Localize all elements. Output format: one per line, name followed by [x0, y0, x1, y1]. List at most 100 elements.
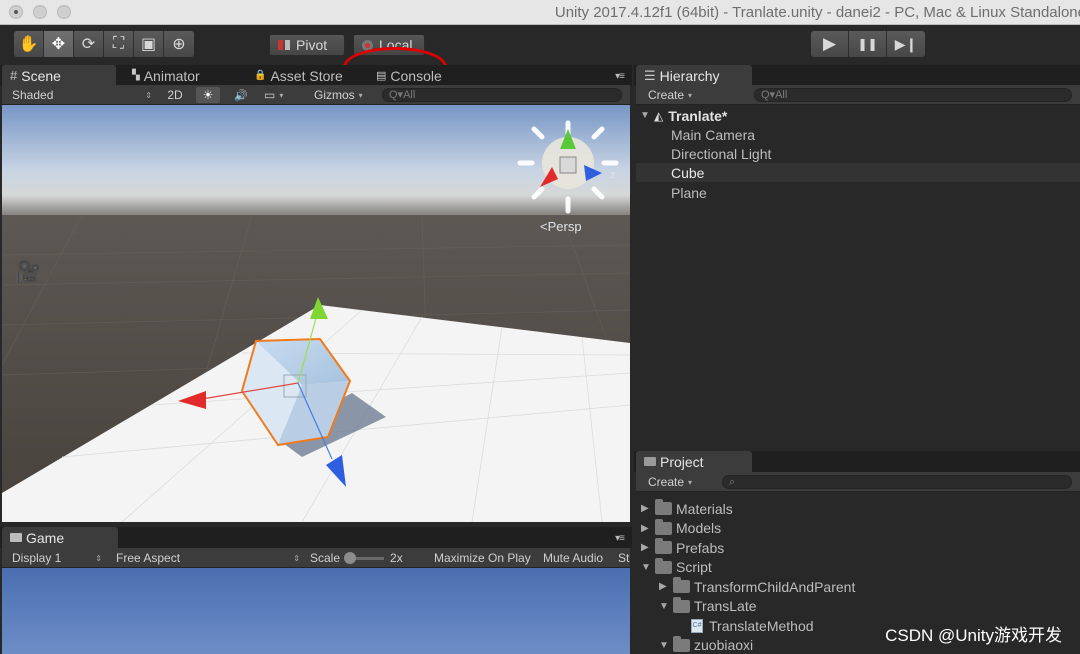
- lighting-toggle-button[interactable]: ☀: [196, 87, 220, 103]
- play-button[interactable]: ▶: [811, 31, 849, 57]
- folder-icon: [655, 499, 672, 515]
- chevron-down-icon: ▾: [358, 90, 363, 100]
- sky: [2, 105, 630, 225]
- scene-camera-icon[interactable]: 🎥: [14, 259, 41, 285]
- project-item-translate[interactable]: ▼ TransLate: [636, 596, 1080, 616]
- scale-slider-thumb[interactable]: [344, 551, 357, 564]
- tab-console[interactable]: ▤ Console: [368, 65, 488, 86]
- scene-icon: #: [10, 68, 18, 83]
- scale-tool-button[interactable]: ⛶: [104, 31, 134, 57]
- hierarchy-search-input[interactable]: Q▾All: [754, 88, 1072, 102]
- scene-canvas: z: [2, 105, 630, 522]
- chevron-right-icon[interactable]: ▶: [659, 581, 673, 592]
- asset-store-icon: 🔒: [254, 70, 267, 81]
- tab-scene[interactable]: # Scene: [2, 65, 116, 86]
- svg-text:z: z: [610, 170, 615, 181]
- hand-tool-button[interactable]: ✋: [14, 31, 44, 57]
- main-toolbar: ✋ ✥ ⟳ ⛶ ▣ ⊕ Pivot Local ▶ ❚❚ ▶❙: [0, 25, 1080, 87]
- step-button[interactable]: ▶❙: [887, 31, 925, 57]
- hierarchy-item-cube[interactable]: Cube: [636, 163, 1080, 182]
- audio-toggle-button[interactable]: 🔊: [230, 87, 252, 103]
- tab-scene-label: Scene: [21, 67, 61, 84]
- project-item-label: TransformChildAndParent: [694, 578, 856, 595]
- transform-tool-button[interactable]: ⊕: [164, 31, 194, 57]
- rotate-tool-button[interactable]: ⟳: [74, 31, 104, 57]
- project-item-models[interactable]: ▶ Models: [636, 518, 1080, 538]
- scale-slider[interactable]: Scale 2x: [310, 550, 406, 566]
- minimize-window-button[interactable]: [33, 5, 47, 19]
- tab-hierarchy[interactable]: ☰ Hierarchy: [636, 65, 752, 86]
- project-item-label: TransLate: [694, 598, 757, 614]
- persp-label: Persp: [547, 219, 582, 234]
- effects-dropdown[interactable]: ▭ ▾: [264, 87, 300, 103]
- aspect-dropdown[interactable]: Free Aspect ⇕: [116, 550, 300, 566]
- hierarchy-item-label: Cube: [671, 164, 705, 181]
- hierarchy-create-label: Create: [648, 88, 685, 102]
- toggle-2d-button[interactable]: 2D: [162, 87, 188, 103]
- scene-panel-menu-icon[interactable]: ▾≡: [615, 71, 625, 82]
- title-bar: Unity 2017.4.12f1 (64bit) - Tranlate.uni…: [0, 0, 1080, 25]
- zoom-window-button[interactable]: [57, 5, 71, 19]
- project-search-input[interactable]: ⌕: [722, 475, 1072, 489]
- hierarchy-create-dropdown[interactable]: Create ▾: [648, 87, 708, 103]
- project-item-prefabs[interactable]: ▶ Prefabs: [636, 538, 1080, 557]
- stats-toggle[interactable]: St: [618, 550, 629, 566]
- window-title: Unity 2017.4.12f1 (64bit) - Tranlate.uni…: [554, 4, 1080, 21]
- hierarchy-item-plane[interactable]: Plane: [636, 183, 1080, 202]
- chevron-down-icon[interactable]: ▼: [659, 640, 673, 651]
- scale-label: Scale: [310, 551, 341, 565]
- tab-game-label: Game: [26, 529, 65, 546]
- project-create-dropdown[interactable]: Create ▾: [648, 474, 708, 490]
- tab-project[interactable]: Project: [636, 451, 752, 472]
- scene-search-input[interactable]: Q▾All: [382, 88, 622, 102]
- project-item-materials[interactable]: ▶ Materials: [636, 499, 1080, 518]
- display-label: Display 1: [12, 551, 62, 565]
- hierarchy-toolbar: Create ▾ Q▾All: [636, 85, 1080, 105]
- scene-root-row[interactable]: ▼ ◭ Tranlate*: [640, 106, 1080, 125]
- pivot-icon: [278, 40, 290, 50]
- chevron-down-icon[interactable]: ▼: [641, 562, 655, 573]
- hierarchy-item-label: Main Camera: [671, 126, 756, 143]
- game-panel-menu-icon[interactable]: ▾≡: [615, 533, 625, 544]
- pause-icon: ❚❚: [857, 37, 878, 51]
- toggle-2d-label: 2D: [167, 88, 183, 102]
- mute-audio-toggle[interactable]: Mute Audio: [543, 550, 603, 566]
- hierarchy-item-directional-light[interactable]: Directional Light: [636, 144, 1080, 163]
- tab-animator[interactable]: ▚ Animator: [124, 65, 244, 86]
- transform-tool-icon: ⊕: [172, 36, 186, 53]
- tab-game[interactable]: Game: [2, 527, 118, 548]
- scale-slider-track[interactable]: [344, 551, 385, 564]
- scene-viewport[interactable]: z <Persp 🎥: [2, 105, 630, 522]
- gizmos-dropdown[interactable]: Gizmos ▾: [314, 87, 376, 103]
- project-item-label: zuobiaoxi: [694, 637, 754, 653]
- chevron-down-icon: ⇕: [95, 553, 102, 563]
- game-viewport[interactable]: [2, 568, 630, 654]
- project-item-transformchildandparent[interactable]: ▶ TransformChildAndParent: [636, 577, 1080, 596]
- chevron-down-icon: ⇕: [293, 553, 300, 563]
- sun-icon: ☀: [202, 88, 214, 102]
- hierarchy-item-label: Directional Light: [671, 145, 772, 162]
- chevron-down-icon: ▾: [688, 90, 693, 100]
- hand-tool-icon: ✋: [18, 36, 39, 53]
- shading-mode-dropdown[interactable]: Shaded ⇕: [12, 87, 152, 103]
- close-window-button[interactable]: [9, 5, 23, 19]
- chevron-right-icon[interactable]: ▶: [641, 542, 655, 553]
- folder-icon: [655, 557, 672, 574]
- maximize-on-play-toggle[interactable]: Maximize On Play: [434, 550, 531, 566]
- hierarchy-item-main-camera[interactable]: Main Camera: [636, 125, 1080, 144]
- chevron-right-icon[interactable]: ▶: [641, 523, 655, 534]
- tab-asset-store[interactable]: 🔒 Asset Store: [246, 65, 368, 86]
- chevron-down-icon[interactable]: ▼: [640, 110, 654, 121]
- projection-label[interactable]: <Persp: [540, 219, 582, 234]
- rect-tool-button[interactable]: ▣: [134, 31, 164, 57]
- project-item-label: Materials: [676, 500, 733, 517]
- project-item-script[interactable]: ▼ Script: [636, 557, 1080, 577]
- chevron-down-icon[interactable]: ▼: [659, 601, 673, 612]
- chevron-right-icon[interactable]: ▶: [641, 503, 655, 514]
- move-tool-button[interactable]: ✥: [44, 31, 74, 57]
- game-toolbar: Display 1 ⇕ Free Aspect ⇕ Scale 2x Maxim…: [2, 548, 630, 568]
- pivot-toggle-button[interactable]: Pivot: [269, 34, 345, 56]
- pause-button[interactable]: ❚❚: [849, 31, 887, 57]
- display-dropdown[interactable]: Display 1 ⇕: [12, 550, 102, 566]
- transform-tools: ✋ ✥ ⟳ ⛶ ▣ ⊕: [14, 31, 194, 57]
